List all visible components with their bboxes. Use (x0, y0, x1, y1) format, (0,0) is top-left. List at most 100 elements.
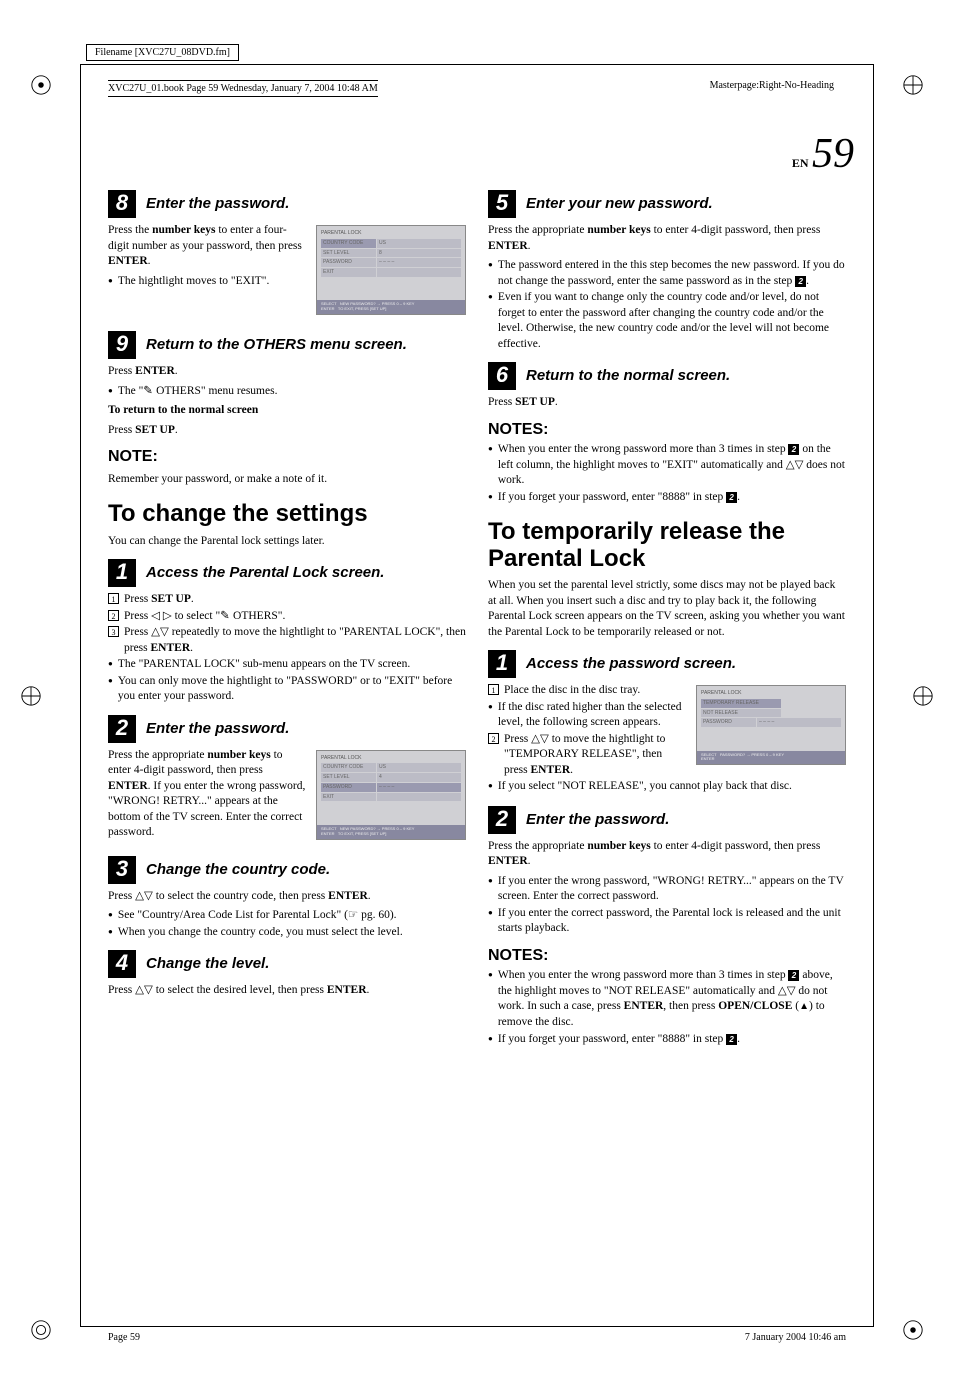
crop-line (80, 64, 874, 65)
step-r1-body: PARENTAL LOCK TEMPORARY RELEASE NOT RELE… (488, 683, 846, 796)
bullet: The "✎ OTHERS" menu resumes. (108, 384, 466, 400)
notes-heading: NOTES: (488, 419, 846, 441)
bullet: If you enter the wrong password, "WRONG!… (488, 874, 846, 905)
registration-mark-icon (912, 685, 934, 707)
section-heading: To temporarily release the Parental Lock (488, 519, 846, 572)
bullet: If the disc rated higher than the select… (488, 700, 686, 731)
bullet: See "Country/Area Code List for Parental… (108, 908, 466, 924)
substep: 3Press △▽ repeatedly to move the hightli… (108, 625, 466, 656)
crop-line (873, 64, 874, 1327)
substep: 1Press SET UP. (108, 592, 466, 608)
registration-mark-icon (20, 685, 42, 707)
step-title: Access the password screen. (526, 654, 736, 674)
step-title: Enter the password. (146, 719, 289, 739)
bullet: If you forget your password, enter "8888… (488, 490, 846, 506)
right-column: 5 Enter your new password. Press the app… (488, 180, 846, 1048)
registration-mark-icon (30, 74, 52, 96)
step-number: 1 (108, 559, 136, 587)
bullet: Even if you want to change only the coun… (488, 290, 846, 352)
page-number: EN 59 (792, 130, 854, 178)
step-ref-icon: 2 (788, 444, 799, 455)
step-title: Return to the normal screen. (526, 366, 730, 386)
bullet: The "PARENTAL LOCK" sub-menu appears on … (108, 657, 466, 673)
step-number: 3 (108, 856, 136, 884)
step-1-header: 1 Access the Parental Lock screen. (108, 559, 466, 587)
step-title: Return to the OTHERS menu screen. (146, 335, 407, 355)
notes-heading: NOTES: (488, 945, 846, 967)
section-heading: To change the settings (108, 501, 466, 527)
registration-mark-icon (902, 74, 924, 96)
step-number: 5 (488, 190, 516, 218)
body-text: Press the appropriate number keys to ent… (488, 223, 846, 254)
bullet: When you enter the wrong password more t… (488, 968, 846, 1030)
body-text: Press SET UP. (108, 423, 466, 439)
step-r2-header: 2 Enter the password. (488, 806, 846, 834)
step-4-header: 4 Change the level. (108, 950, 466, 978)
page-number-prefix: EN (792, 156, 809, 170)
step-9-header: 9 Return to the OTHERS menu screen. (108, 331, 466, 359)
step-8-body: PARENTAL LOCK COUNTRY CODEUS SET LEVEL8 … (108, 223, 466, 321)
crop-line (80, 64, 81, 1327)
step-title: Change the country code. (146, 860, 330, 880)
osd-screenshot: PARENTAL LOCK COUNTRY CODEUS SET LEVEL4 … (316, 750, 466, 840)
step-ref-icon: 2 (726, 1034, 737, 1045)
step-number: 9 (108, 331, 136, 359)
body-text: Press △▽ to select the country code, the… (108, 889, 466, 905)
step-2-body: PARENTAL LOCK COUNTRY CODEUS SET LEVEL4 … (108, 748, 466, 846)
step-3-header: 3 Change the country code. (108, 856, 466, 884)
step-title: Enter your new password. (526, 194, 713, 214)
wand-icon: ✎ (220, 609, 230, 625)
step-title: Enter the password. (146, 194, 289, 214)
bullet: When you change the country code, you mu… (108, 925, 466, 941)
step-title: Access the Parental Lock screen. (146, 563, 384, 583)
step-number: 2 (108, 715, 136, 743)
body-text: Press the appropriate number keys to ent… (488, 839, 846, 870)
crop-line (80, 1326, 874, 1327)
body-text: You can change the Parental lock setting… (108, 534, 466, 550)
step-number: 2 (488, 806, 516, 834)
eject-icon: ▲ (799, 1001, 809, 1012)
substep: 1Place the disc in the disc tray. (488, 683, 686, 699)
step-number: 4 (108, 950, 136, 978)
step-6-header: 6 Return to the normal screen. (488, 362, 846, 390)
step-ref-icon: 2 (726, 492, 737, 503)
bullet: When you enter the wrong password more t… (488, 442, 846, 489)
step-title: Enter the password. (526, 810, 669, 830)
footer-page-number: Page 59 (108, 1332, 140, 1343)
registration-mark-icon (902, 1319, 924, 1341)
step-8-header: 8 Enter the password. (108, 190, 466, 218)
step-ref-icon: 2 (795, 276, 806, 287)
body-text: When you set the parental level strictly… (488, 578, 846, 640)
registration-mark-icon (30, 1319, 52, 1341)
footer-timestamp: 7 January 2004 10:46 am (745, 1332, 846, 1343)
body-text: Remember your password, or make a note o… (108, 472, 466, 488)
bookinfo-label: XVC27U_01.book Page 59 Wednesday, Januar… (108, 80, 378, 97)
bullet: The password entered in the this step be… (488, 258, 846, 289)
step-title: Change the level. (146, 954, 269, 974)
masterpage-label: Masterpage:Right-No-Heading (710, 80, 834, 91)
osd-screenshot: PARENTAL LOCK TEMPORARY RELEASE NOT RELE… (696, 685, 846, 765)
step-r1-header: 1 Access the password screen. (488, 650, 846, 678)
bullet: If you select "NOT RELEASE", you cannot … (488, 779, 846, 795)
step-5-header: 5 Enter your new password. (488, 190, 846, 218)
body-text: Press ENTER. (108, 364, 466, 380)
bullet: If you enter the correct password, the P… (488, 906, 846, 937)
page-number-value: 59 (812, 131, 854, 177)
left-column: 8 Enter the password. PARENTAL LOCK COUN… (108, 180, 466, 1048)
wand-icon: ✎ (143, 384, 153, 400)
bullet: The hightlight moves to "EXIT". (108, 274, 306, 290)
substep: 2Press △▽ to move the hightlight to "TEM… (488, 732, 686, 779)
body-text: Press △▽ to select the desired level, th… (108, 983, 466, 999)
step-2-header: 2 Enter the password. (108, 715, 466, 743)
content-columns: 8 Enter the password. PARENTAL LOCK COUN… (108, 180, 846, 1048)
substep: 2Press ◁ ▷ to select "✎ OTHERS". (108, 609, 466, 625)
step-number: 1 (488, 650, 516, 678)
step-ref-icon: 2 (788, 970, 799, 981)
osd-screenshot: PARENTAL LOCK COUNTRY CODEUS SET LEVEL8 … (316, 225, 466, 315)
bullet: If you forget your password, enter "8888… (488, 1032, 846, 1048)
page: Filename [XVC27U_08DVD.fm] Masterpage:Ri… (0, 20, 954, 1371)
bullet: You can only move the hightlight to "PAS… (108, 674, 466, 705)
subheading: To return to the normal screen (108, 403, 466, 419)
body-text: Press SET UP. (488, 395, 846, 411)
filename-label: Filename [XVC27U_08DVD.fm] (86, 44, 239, 61)
